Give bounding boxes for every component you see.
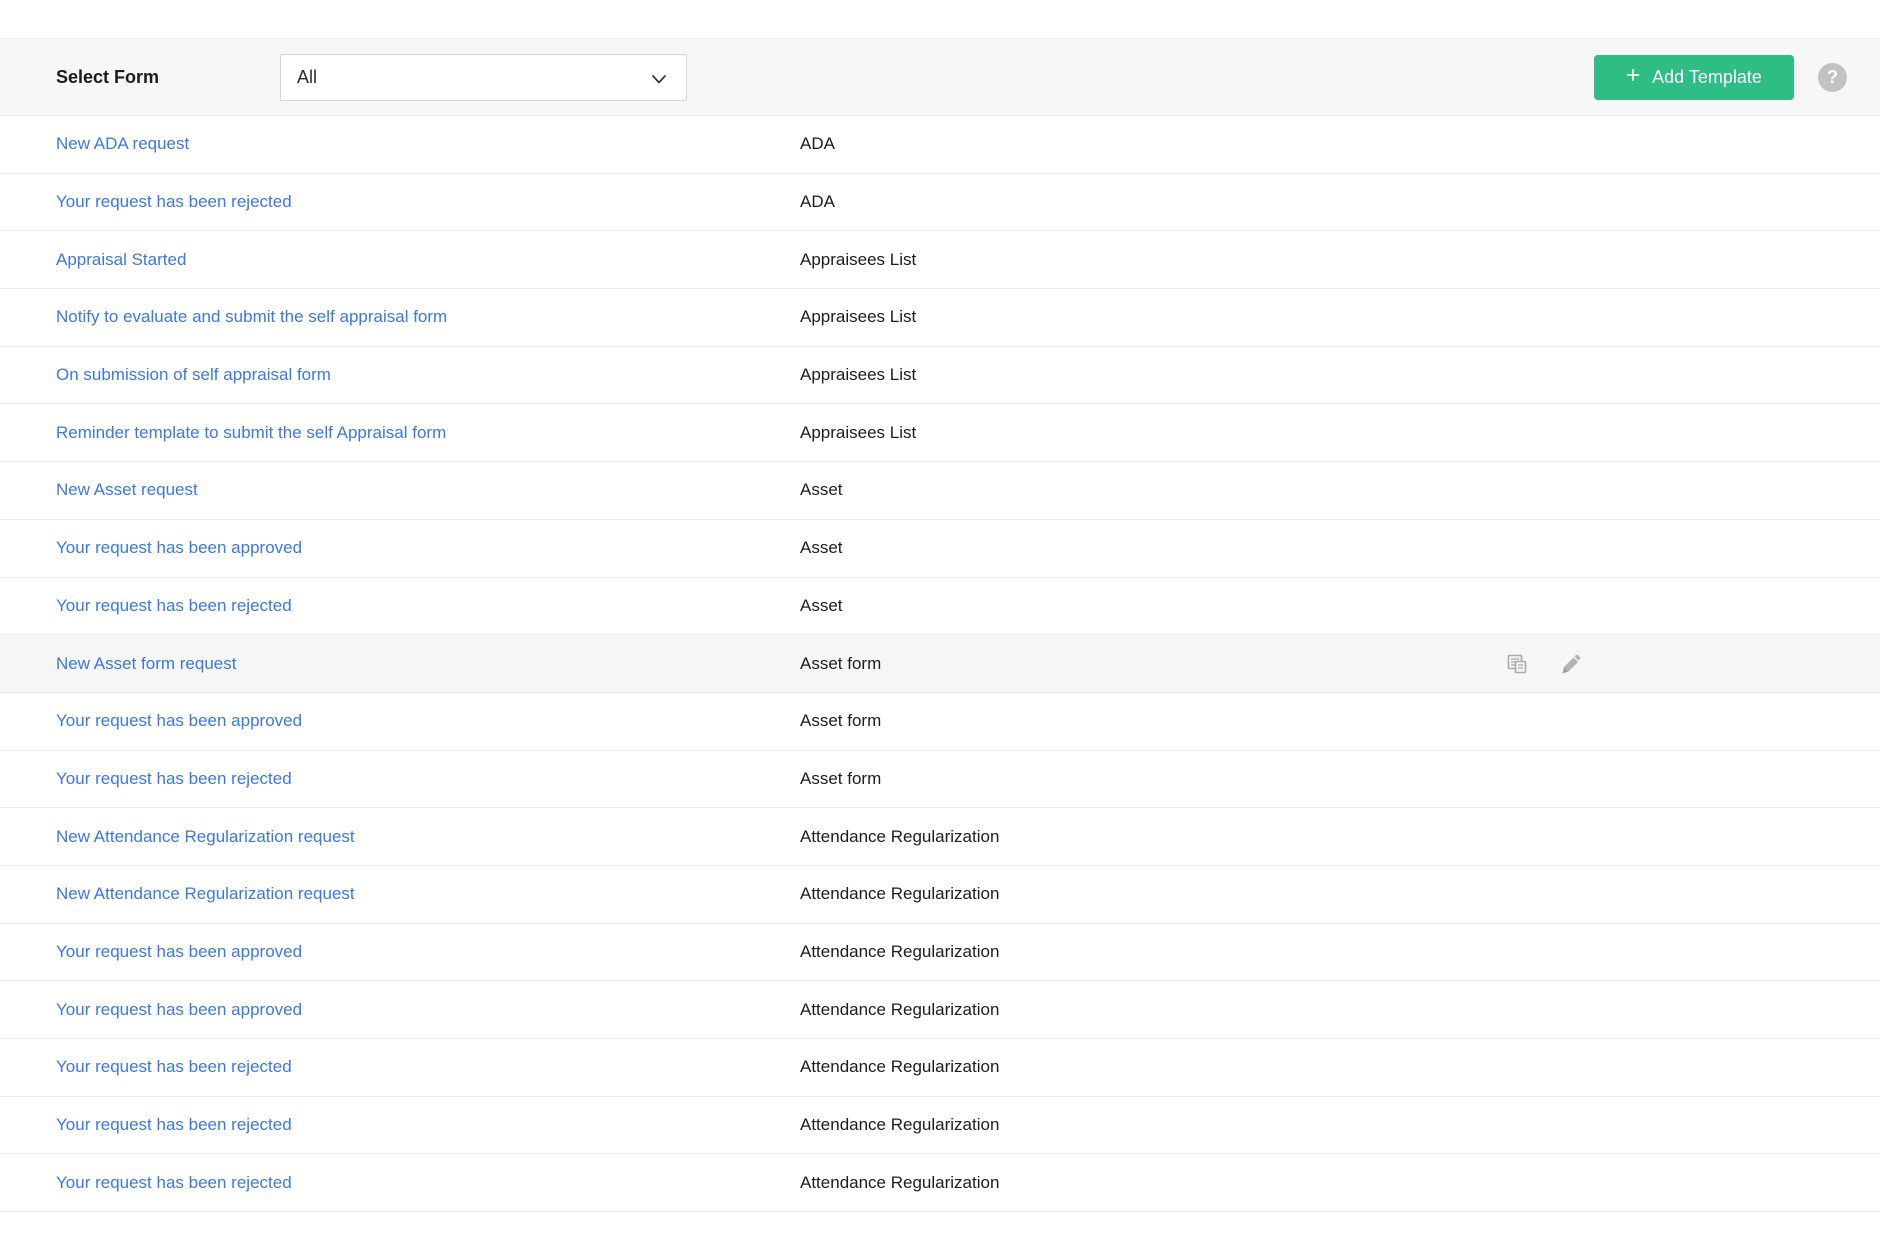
toolbar: Select Form All + Add Template ? bbox=[0, 38, 1880, 115]
table-row: New Asset form request Asset form bbox=[0, 635, 1880, 693]
template-name-link[interactable]: Your request has been approved bbox=[56, 942, 302, 961]
form-name-cell: Attendance Regularization bbox=[800, 1000, 999, 1020]
template-name-cell: New Attendance Regularization request bbox=[56, 884, 800, 904]
form-name-cell: Asset form bbox=[800, 711, 881, 731]
template-name-link[interactable]: Your request has been rejected bbox=[56, 596, 292, 615]
template-name-link[interactable]: Your request has been rejected bbox=[56, 1173, 292, 1192]
template-list: New ADA request ADA Your request has bee… bbox=[0, 115, 1880, 1212]
template-name-link[interactable]: On submission of self appraisal form bbox=[56, 365, 331, 384]
template-name-cell: Reminder template to submit the self App… bbox=[56, 423, 800, 443]
template-name-link[interactable]: Your request has been approved bbox=[56, 1000, 302, 1019]
template-name-link[interactable]: New Attendance Regularization request bbox=[56, 884, 355, 903]
table-row: New Attendance Regularization request At… bbox=[0, 866, 1880, 924]
template-name-cell: Your request has been rejected bbox=[56, 1173, 800, 1193]
template-name-cell: Your request has been rejected bbox=[56, 769, 800, 789]
form-name-cell: Appraisees List bbox=[800, 423, 916, 443]
form-name-cell: Attendance Regularization bbox=[800, 942, 999, 962]
form-name-cell: ADA bbox=[800, 192, 835, 212]
template-name-cell: Your request has been approved bbox=[56, 538, 800, 558]
template-name-cell: New Asset request bbox=[56, 480, 800, 500]
template-name-cell: New ADA request bbox=[56, 134, 800, 154]
template-name-link[interactable]: Your request has been rejected bbox=[56, 1057, 292, 1076]
form-name-cell: ADA bbox=[800, 134, 835, 154]
template-name-cell: New Attendance Regularization request bbox=[56, 827, 800, 847]
table-row: Reminder template to submit the self App… bbox=[0, 404, 1880, 462]
table-row: Appraisal Started Appraisees List bbox=[0, 231, 1880, 289]
plus-icon: + bbox=[1626, 64, 1640, 88]
table-row: New ADA request ADA bbox=[0, 116, 1880, 174]
form-name-cell: Asset bbox=[800, 480, 843, 500]
chevron-down-icon bbox=[650, 70, 668, 88]
form-name-cell: Attendance Regularization bbox=[800, 1173, 999, 1193]
table-row: Your request has been rejected Attendanc… bbox=[0, 1097, 1880, 1155]
add-template-label: Add Template bbox=[1652, 67, 1762, 88]
form-name-cell: Asset form bbox=[800, 769, 881, 789]
table-row: Your request has been rejected Attendanc… bbox=[0, 1154, 1880, 1212]
template-name-cell: Your request has been rejected bbox=[56, 192, 800, 212]
template-name-cell: Your request has been rejected bbox=[56, 596, 800, 616]
template-name-cell: Your request has been rejected bbox=[56, 1057, 800, 1077]
template-name-cell: Your request has been approved bbox=[56, 1000, 800, 1020]
form-filter-select[interactable]: All bbox=[280, 54, 687, 101]
form-name-cell: Attendance Regularization bbox=[800, 1115, 999, 1135]
help-icon[interactable]: ? bbox=[1818, 63, 1847, 92]
template-name-cell: New Asset form request bbox=[56, 654, 800, 674]
template-name-link[interactable]: Your request has been approved bbox=[56, 538, 302, 557]
table-row: New Asset request Asset bbox=[0, 462, 1880, 520]
top-strip bbox=[0, 0, 1880, 38]
table-row: Your request has been rejected Attendanc… bbox=[0, 1039, 1880, 1097]
template-name-cell: Your request has been approved bbox=[56, 711, 800, 731]
form-name-cell: Attendance Regularization bbox=[800, 827, 999, 847]
table-row: Your request has been rejected ADA bbox=[0, 174, 1880, 232]
table-row: New Attendance Regularization request At… bbox=[0, 808, 1880, 866]
table-row: Your request has been approved Asset bbox=[0, 520, 1880, 578]
template-name-cell: Appraisal Started bbox=[56, 250, 800, 270]
template-name-link[interactable]: New Asset request bbox=[56, 480, 198, 499]
template-name-link[interactable]: Your request has been approved bbox=[56, 711, 302, 730]
form-filter-selected-value: All bbox=[297, 67, 317, 88]
template-name-link[interactable]: Appraisal Started bbox=[56, 250, 186, 269]
template-name-link[interactable]: Your request has been rejected bbox=[56, 1115, 292, 1134]
template-name-cell: Notify to evaluate and submit the self a… bbox=[56, 307, 800, 327]
template-name-cell: Your request has been approved bbox=[56, 942, 800, 962]
row-actions bbox=[1505, 635, 1583, 692]
select-form-label: Select Form bbox=[56, 67, 280, 88]
table-row: On submission of self appraisal form App… bbox=[0, 347, 1880, 405]
template-name-link[interactable]: Reminder template to submit the self App… bbox=[56, 423, 446, 442]
form-name-cell: Attendance Regularization bbox=[800, 1057, 999, 1077]
table-row: Your request has been rejected Asset bbox=[0, 578, 1880, 636]
form-name-cell: Appraisees List bbox=[800, 250, 916, 270]
form-name-cell: Appraisees List bbox=[800, 365, 916, 385]
template-name-link[interactable]: New ADA request bbox=[56, 134, 189, 153]
toolbar-right: + Add Template ? bbox=[1594, 55, 1880, 100]
form-name-cell: Asset form bbox=[800, 654, 881, 674]
template-name-cell: Your request has been rejected bbox=[56, 1115, 800, 1135]
form-name-cell: Attendance Regularization bbox=[800, 884, 999, 904]
template-name-cell: On submission of self appraisal form bbox=[56, 365, 800, 385]
template-name-link[interactable]: Notify to evaluate and submit the self a… bbox=[56, 307, 447, 326]
form-name-cell: Appraisees List bbox=[800, 307, 916, 327]
table-row: Your request has been approved Attendanc… bbox=[0, 924, 1880, 982]
table-row: Your request has been rejected Asset for… bbox=[0, 751, 1880, 809]
add-template-button[interactable]: + Add Template bbox=[1594, 55, 1794, 100]
copy-icon[interactable] bbox=[1505, 652, 1529, 676]
help-icon-glyph: ? bbox=[1827, 67, 1838, 88]
table-row: Notify to evaluate and submit the self a… bbox=[0, 289, 1880, 347]
form-name-cell: Asset bbox=[800, 596, 843, 616]
edit-icon[interactable] bbox=[1559, 652, 1583, 676]
table-row: Your request has been approved Asset for… bbox=[0, 693, 1880, 751]
template-name-link[interactable]: Your request has been rejected bbox=[56, 192, 292, 211]
template-name-link[interactable]: New Asset form request bbox=[56, 654, 236, 673]
form-name-cell: Asset bbox=[800, 538, 843, 558]
template-name-link[interactable]: Your request has been rejected bbox=[56, 769, 292, 788]
table-row: Your request has been approved Attendanc… bbox=[0, 981, 1880, 1039]
template-name-link[interactable]: New Attendance Regularization request bbox=[56, 827, 355, 846]
